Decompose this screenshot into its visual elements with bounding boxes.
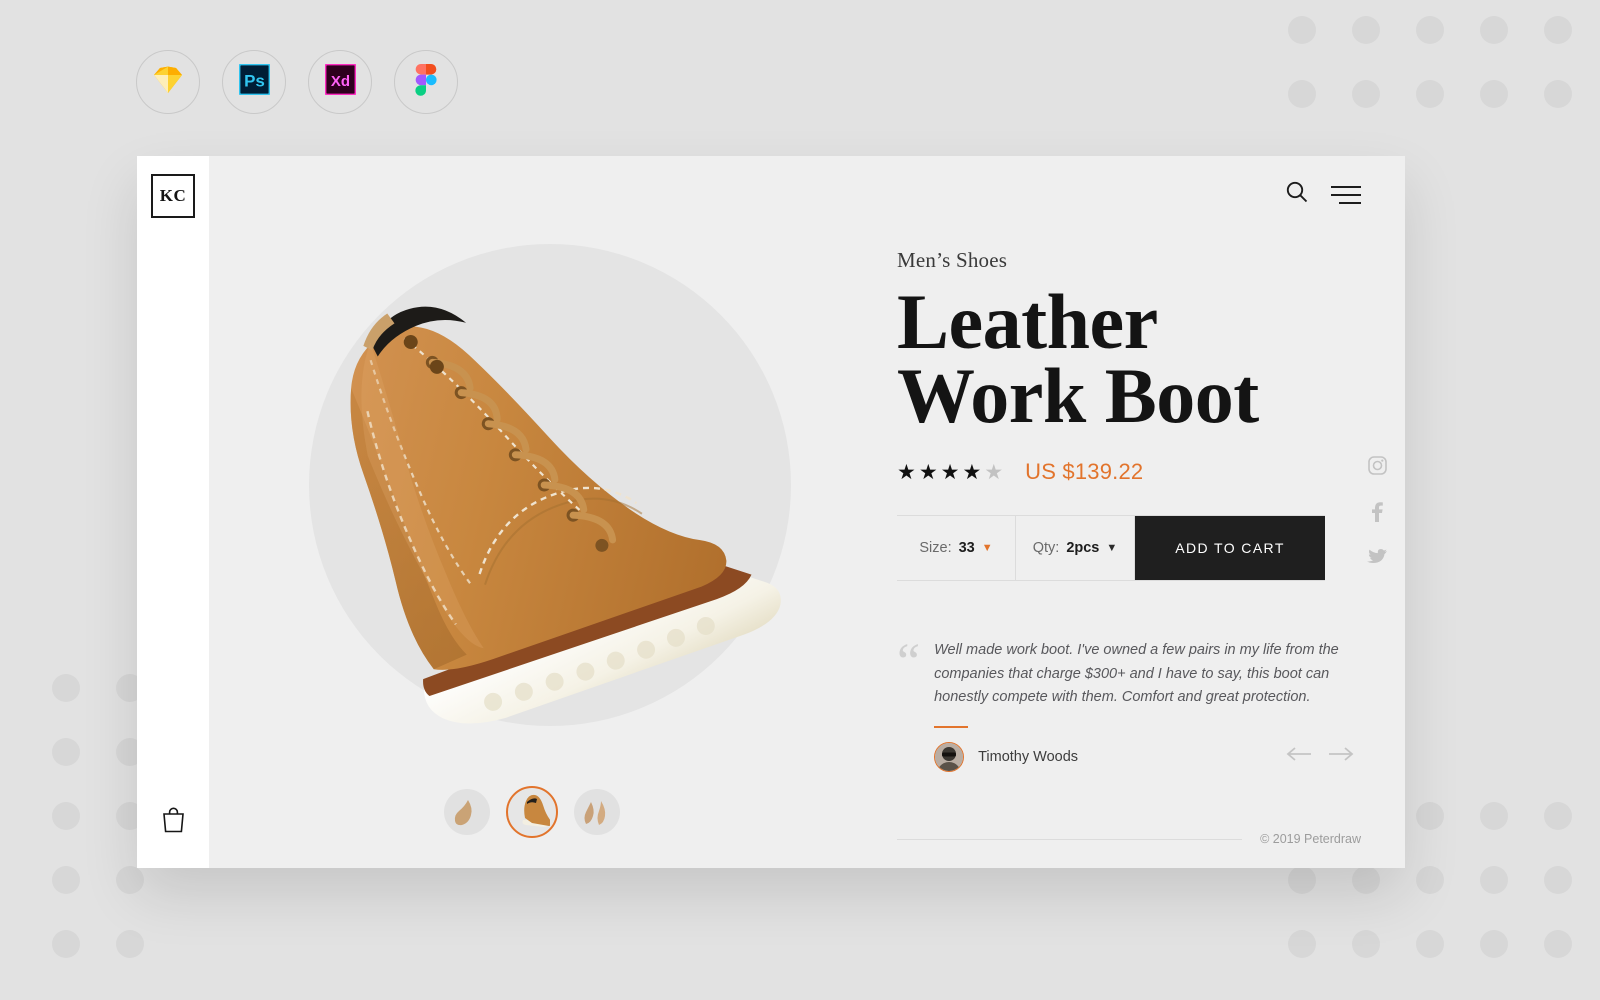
testimonial-divider — [934, 725, 969, 728]
chevron-down-icon: ▼ — [1106, 541, 1118, 554]
avatar — [934, 741, 965, 772]
product-title-line-2: Work Boot — [897, 352, 1259, 440]
size-selector[interactable]: Size: 33 ▼ — [897, 516, 1016, 581]
header-actions — [1285, 180, 1361, 209]
footer-divider — [897, 838, 1243, 840]
hamburger-menu-icon[interactable] — [1331, 185, 1361, 204]
testimonial-footer: Timothy Woods — [934, 741, 1354, 772]
add-to-cart-button[interactable]: ADD TO CART — [1135, 516, 1325, 581]
product-price: US $139.22 — [1025, 459, 1144, 485]
social-links — [1367, 456, 1387, 571]
sidebar: KC — [137, 156, 209, 868]
purchase-controls: Size: 33 ▼ Qty: 2pcs ▼ ADD TO CART — [897, 515, 1325, 582]
testimonial-nav — [1286, 747, 1354, 766]
design-tool-badges: Ps Xd — [136, 50, 458, 114]
star-2: ★ — [918, 460, 938, 484]
quote-mark-icon: “ — [897, 634, 921, 692]
size-label: Size: — [919, 540, 952, 557]
arrow-right-icon[interactable] — [1328, 747, 1354, 766]
testimonial: “ Well made work boot. I've owned a few … — [897, 634, 1354, 772]
card-content: Men’s Shoes Leather Work Boot ★ ★ ★ ★ ★ … — [209, 156, 1405, 868]
thumbnail-strip — [444, 786, 620, 838]
product-details: Men’s Shoes Leather Work Boot ★ ★ ★ ★ ★ … — [841, 156, 1405, 868]
copyright-text: © 2019 Peterdraw — [1260, 832, 1361, 846]
product-category: Men’s Shoes — [897, 248, 1008, 272]
chevron-down-icon: ▼ — [981, 541, 993, 554]
decorative-dots-top-right — [1288, 16, 1572, 108]
thumbnail-3[interactable] — [574, 789, 620, 835]
rating-and-price: ★ ★ ★ ★ ★ US $139.22 — [897, 459, 1405, 485]
search-icon[interactable] — [1285, 180, 1309, 209]
brand-logo[interactable]: KC — [151, 174, 195, 218]
page-title: Leather Work Boot — [897, 283, 1405, 435]
testimonial-author-name: Timothy Woods — [978, 748, 1079, 765]
quantity-selector[interactable]: Qty: 2pcs ▼ — [1016, 516, 1135, 581]
star-5: ★ — [984, 460, 1004, 484]
photoshop-icon: Ps — [238, 63, 270, 100]
decorative-dots-bottom-left — [52, 674, 144, 958]
thumbnail-1[interactable] — [444, 789, 490, 835]
product-card: KC Men’s Shoes Leather Work Boot ★ ★ ★ ★… — [137, 156, 1405, 868]
star-1: ★ — [897, 460, 916, 484]
arrow-left-icon[interactable] — [1286, 747, 1312, 766]
quantity-value: 2pcs — [1066, 540, 1100, 557]
photoshop-badge[interactable]: Ps — [222, 50, 286, 114]
svg-text:Ps: Ps — [244, 72, 265, 91]
star-3: ★ — [940, 460, 960, 484]
quantity-label: Qty: — [1032, 540, 1060, 557]
adobe-xd-icon: Xd — [324, 63, 356, 100]
shopping-bag-icon[interactable] — [161, 806, 186, 838]
adobe-xd-badge[interactable]: Xd — [308, 50, 372, 114]
figma-badge[interactable] — [394, 50, 458, 114]
rating-stars[interactable]: ★ ★ ★ ★ ★ — [897, 462, 1003, 483]
testimonial-author: Timothy Woods — [934, 741, 1079, 772]
sketch-badge[interactable] — [136, 50, 200, 114]
facebook-icon[interactable] — [1371, 502, 1383, 527]
sketch-icon — [153, 66, 183, 99]
svg-text:Xd: Xd — [330, 73, 349, 90]
size-value: 33 — [958, 540, 975, 557]
card-footer: © 2019 Peterdraw — [897, 832, 1361, 846]
twitter-icon[interactable] — [1367, 549, 1387, 571]
brand-logo-text: KC — [159, 186, 187, 205]
instagram-icon[interactable] — [1367, 456, 1387, 480]
figma-icon — [415, 63, 437, 101]
product-image-leather-work-boot[interactable] — [249, 186, 809, 786]
testimonial-body: Well made work boot. I've owned a few pa… — [934, 639, 1354, 772]
testimonial-text: Well made work boot. I've owned a few pa… — [934, 642, 1339, 706]
thumbnail-2[interactable] — [506, 786, 558, 838]
product-gallery — [209, 156, 841, 868]
star-4: ★ — [962, 460, 982, 484]
